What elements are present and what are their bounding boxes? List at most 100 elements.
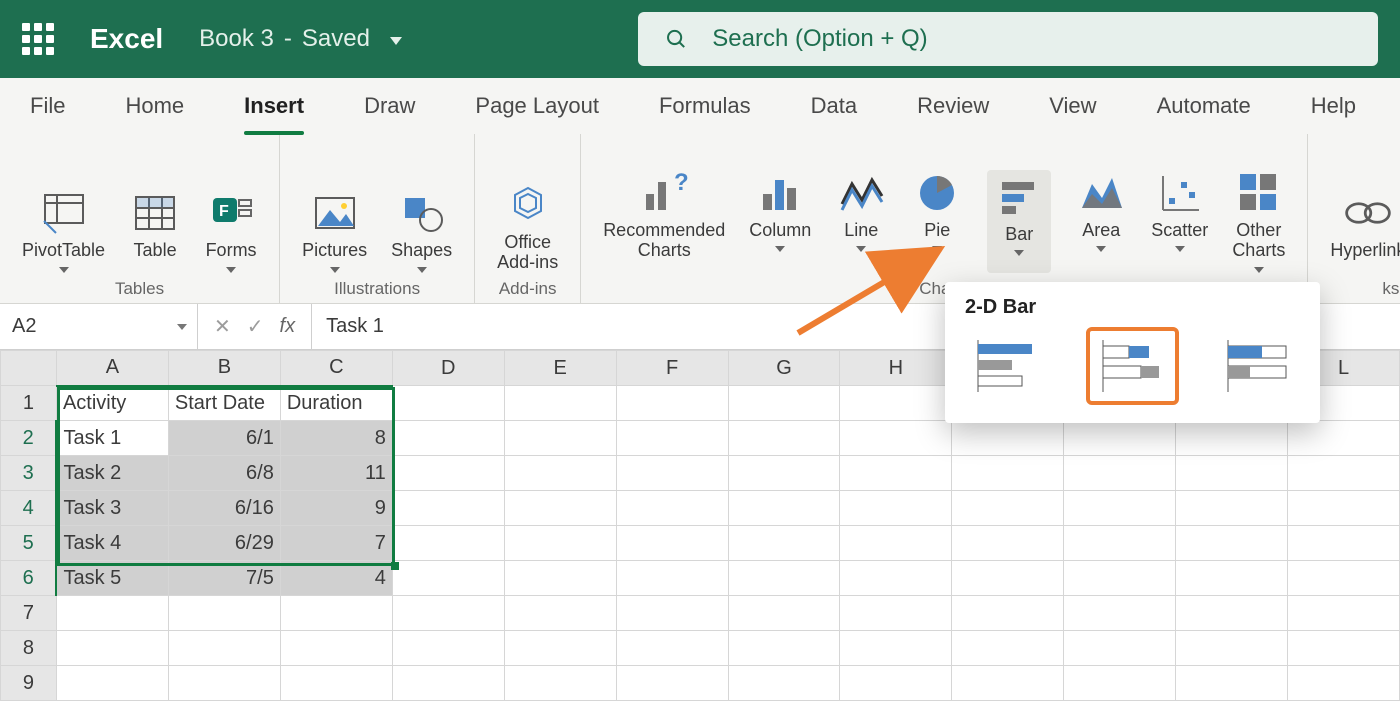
cell[interactable] (616, 561, 728, 596)
col-header-A[interactable]: A (56, 351, 168, 386)
pictures-button[interactable]: Pictures (302, 190, 367, 273)
cell-B1[interactable]: Start Date (168, 386, 280, 421)
cell[interactable] (840, 526, 952, 561)
col-header-H[interactable]: H (840, 351, 952, 386)
cell[interactable] (504, 561, 616, 596)
cell-B5[interactable]: 6/29 (168, 526, 280, 561)
cell[interactable] (392, 526, 504, 561)
cell[interactable] (728, 386, 840, 421)
search-input[interactable] (710, 24, 1352, 54)
cell-C3[interactable]: 11 (280, 456, 392, 491)
cell[interactable] (392, 421, 504, 456)
cell[interactable] (1176, 561, 1288, 596)
scatter-chart-button[interactable]: Scatter (1151, 170, 1208, 273)
cell[interactable] (1288, 421, 1400, 456)
cell-A4[interactable]: Task 3 (56, 491, 168, 526)
line-chart-button[interactable]: Line (835, 170, 887, 273)
cell[interactable] (728, 421, 840, 456)
cell[interactable] (840, 421, 952, 456)
cell[interactable] (504, 421, 616, 456)
col-header-C[interactable]: C (280, 351, 392, 386)
cell[interactable] (616, 421, 728, 456)
tab-draw[interactable]: Draw (334, 78, 445, 134)
row-header-4[interactable]: 4 (1, 491, 57, 526)
document-title[interactable]: Book 3 - Saved (199, 25, 402, 53)
pivot-table-button[interactable]: PivotTable (22, 190, 105, 273)
cell[interactable] (1176, 526, 1288, 561)
cell[interactable] (616, 491, 728, 526)
bar-chart-button[interactable]: Bar (987, 170, 1051, 273)
cell[interactable] (1288, 456, 1400, 491)
cell[interactable] (840, 456, 952, 491)
cell-A2[interactable]: Task 1 (56, 421, 168, 456)
cell-B2[interactable]: 6/1 (168, 421, 280, 456)
office-addins-button[interactable]: OfficeAdd-ins (497, 182, 558, 273)
cell[interactable] (392, 491, 504, 526)
cell[interactable] (1176, 491, 1288, 526)
cell[interactable] (952, 526, 1064, 561)
col-header-F[interactable]: F (616, 351, 728, 386)
cell-C5[interactable]: 7 (280, 526, 392, 561)
cell[interactable] (616, 526, 728, 561)
cell-C1[interactable]: Duration (280, 386, 392, 421)
cell[interactable] (392, 386, 504, 421)
forms-button[interactable]: F Forms (205, 190, 257, 273)
cell[interactable] (504, 456, 616, 491)
column-chart-button[interactable]: Column (749, 170, 811, 273)
name-box[interactable]: A2 (0, 304, 198, 349)
row-header-5[interactable]: 5 (1, 526, 57, 561)
cell-C2[interactable]: 8 (280, 421, 392, 456)
app-launcher-icon[interactable] (22, 23, 54, 55)
cell-C4[interactable]: 9 (280, 491, 392, 526)
cell[interactable] (840, 386, 952, 421)
cell[interactable] (728, 491, 840, 526)
tab-data[interactable]: Data (781, 78, 887, 134)
shapes-button[interactable]: Shapes (391, 190, 452, 273)
cell[interactable] (1064, 526, 1176, 561)
cell[interactable] (1064, 456, 1176, 491)
tab-page-layout[interactable]: Page Layout (445, 78, 629, 134)
cell[interactable] (504, 386, 616, 421)
row-header-3[interactable]: 3 (1, 456, 57, 491)
tab-automate[interactable]: Automate (1127, 78, 1281, 134)
row-header-9[interactable]: 9 (1, 666, 57, 701)
col-header-E[interactable]: E (504, 351, 616, 386)
row-header-1[interactable]: 1 (1, 386, 57, 421)
cell-A1[interactable]: Activity (56, 386, 168, 421)
cell-A6[interactable]: Task 5 (56, 561, 168, 596)
tab-file[interactable]: File (0, 78, 95, 134)
option-clustered-bar[interactable] (965, 331, 1050, 401)
cell[interactable] (728, 526, 840, 561)
row-header-2[interactable]: 2 (1, 421, 57, 456)
cell[interactable] (1064, 491, 1176, 526)
cell[interactable] (952, 491, 1064, 526)
accept-formula-icon[interactable]: ✓ (247, 314, 264, 339)
cell[interactable] (728, 456, 840, 491)
fx-icon[interactable]: fx (280, 315, 296, 338)
cell[interactable] (1064, 421, 1176, 456)
cell[interactable] (952, 421, 1064, 456)
pie-chart-button[interactable]: Pie (911, 170, 963, 273)
tab-review[interactable]: Review (887, 78, 1019, 134)
cell[interactable] (728, 561, 840, 596)
other-charts-button[interactable]: OtherCharts (1232, 170, 1285, 273)
cell-A3[interactable]: Task 2 (56, 456, 168, 491)
cell[interactable] (1176, 456, 1288, 491)
cell[interactable] (1288, 526, 1400, 561)
recommended-charts-button[interactable]: ? RecommendedCharts (603, 170, 725, 273)
tab-home[interactable]: Home (95, 78, 214, 134)
tab-insert[interactable]: Insert (214, 78, 334, 134)
cell[interactable] (952, 561, 1064, 596)
cell[interactable] (504, 491, 616, 526)
cell-A5[interactable]: Task 4 (56, 526, 168, 561)
cell[interactable] (392, 456, 504, 491)
hyperlink-button[interactable]: Hyperlink (1330, 190, 1400, 273)
col-header-G[interactable]: G (728, 351, 840, 386)
cell-B3[interactable]: 6/8 (168, 456, 280, 491)
cell[interactable] (1288, 561, 1400, 596)
cell[interactable] (616, 386, 728, 421)
cell[interactable] (392, 561, 504, 596)
cell[interactable] (504, 526, 616, 561)
col-header-D[interactable]: D (392, 351, 504, 386)
row-header-7[interactable]: 7 (1, 596, 57, 631)
